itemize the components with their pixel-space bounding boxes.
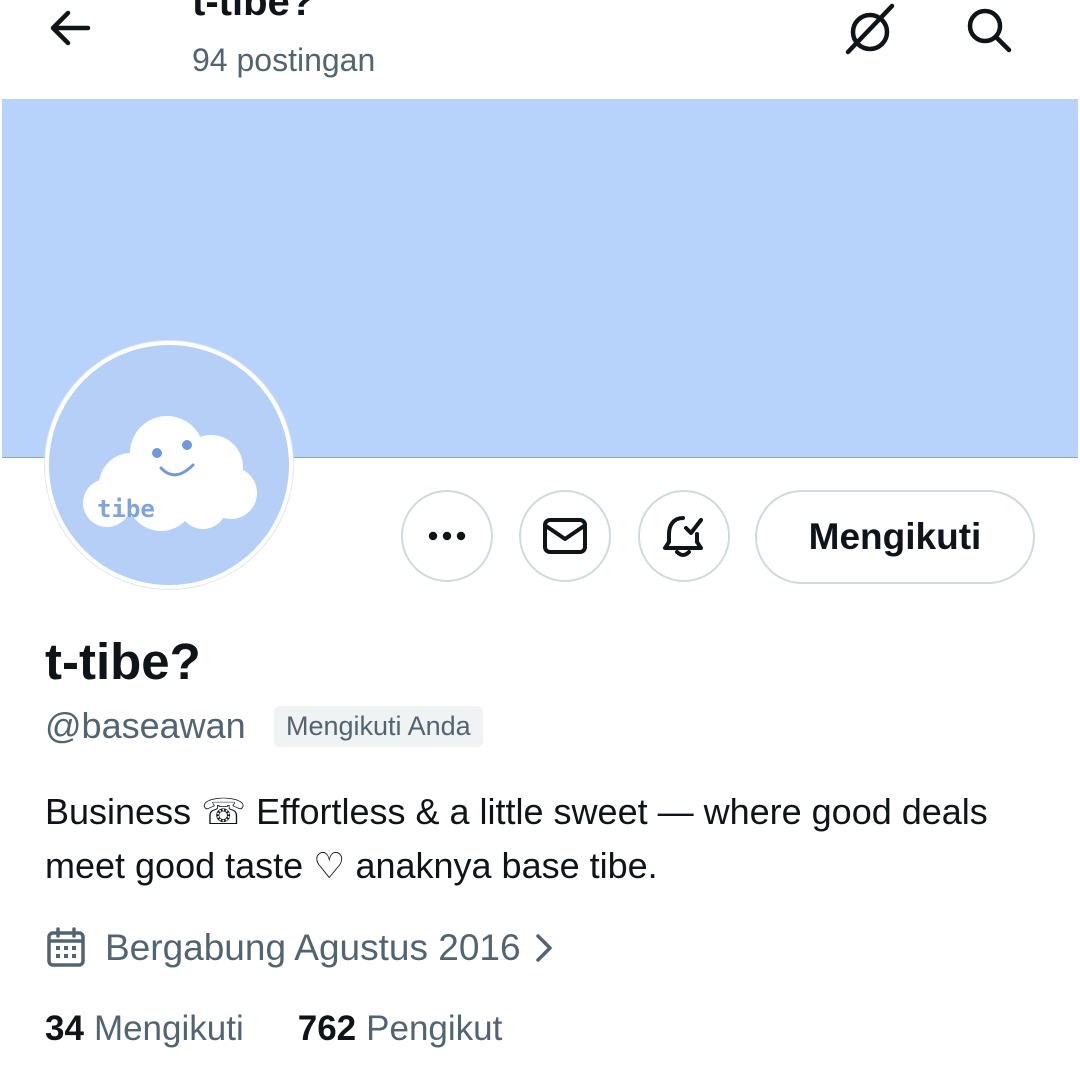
joined-text: Bergabung Agustus 2016: [105, 927, 521, 968]
more-button[interactable]: [401, 490, 493, 582]
following-button[interactable]: Mengikuti: [755, 490, 1035, 584]
following-label: Mengikuti: [93, 1009, 244, 1048]
following-count: 34: [45, 1009, 84, 1048]
follows-you-badge: Mengikuti Anda: [274, 706, 483, 747]
header-title: t-tibe?: [192, 0, 315, 24]
arrow-left-icon[interactable]: [44, 6, 96, 50]
follow-stats: 34 Mengikuti 762 Pengikut: [45, 1004, 502, 1054]
avatar[interactable]: tibe: [45, 341, 293, 589]
followers-label: Pengikut: [366, 1009, 503, 1048]
envelope-icon: [543, 518, 587, 554]
cloud-logo-icon: tibe: [83, 416, 257, 531]
following-stat[interactable]: 34 Mengikuti: [45, 1009, 244, 1049]
display-name: t-tibe?: [45, 633, 201, 690]
profile-bio: Business ☏ Effortless & a little sweet —…: [45, 791, 988, 886]
calendar-icon: [45, 926, 89, 970]
bell-check-icon: [663, 516, 703, 557]
followers-count: 762: [297, 1009, 357, 1048]
grok-icon[interactable]: [842, 2, 898, 58]
notify-button[interactable]: [638, 490, 730, 582]
avatar-logo-text: tibe: [97, 495, 155, 523]
username-handle: @baseawan: [45, 705, 246, 746]
more-icon: [428, 531, 466, 541]
message-button[interactable]: [519, 490, 611, 582]
followers-stat[interactable]: 762 Pengikut: [298, 1009, 503, 1049]
top-bar: t-tibe? 94 postingan: [0, 0, 1080, 100]
search-icon[interactable]: [960, 2, 1016, 58]
chevron-right-icon: [533, 932, 555, 964]
joined-date[interactable]: Bergabung Agustus 2016: [45, 922, 555, 974]
post-count: 94 postingan: [192, 42, 376, 78]
